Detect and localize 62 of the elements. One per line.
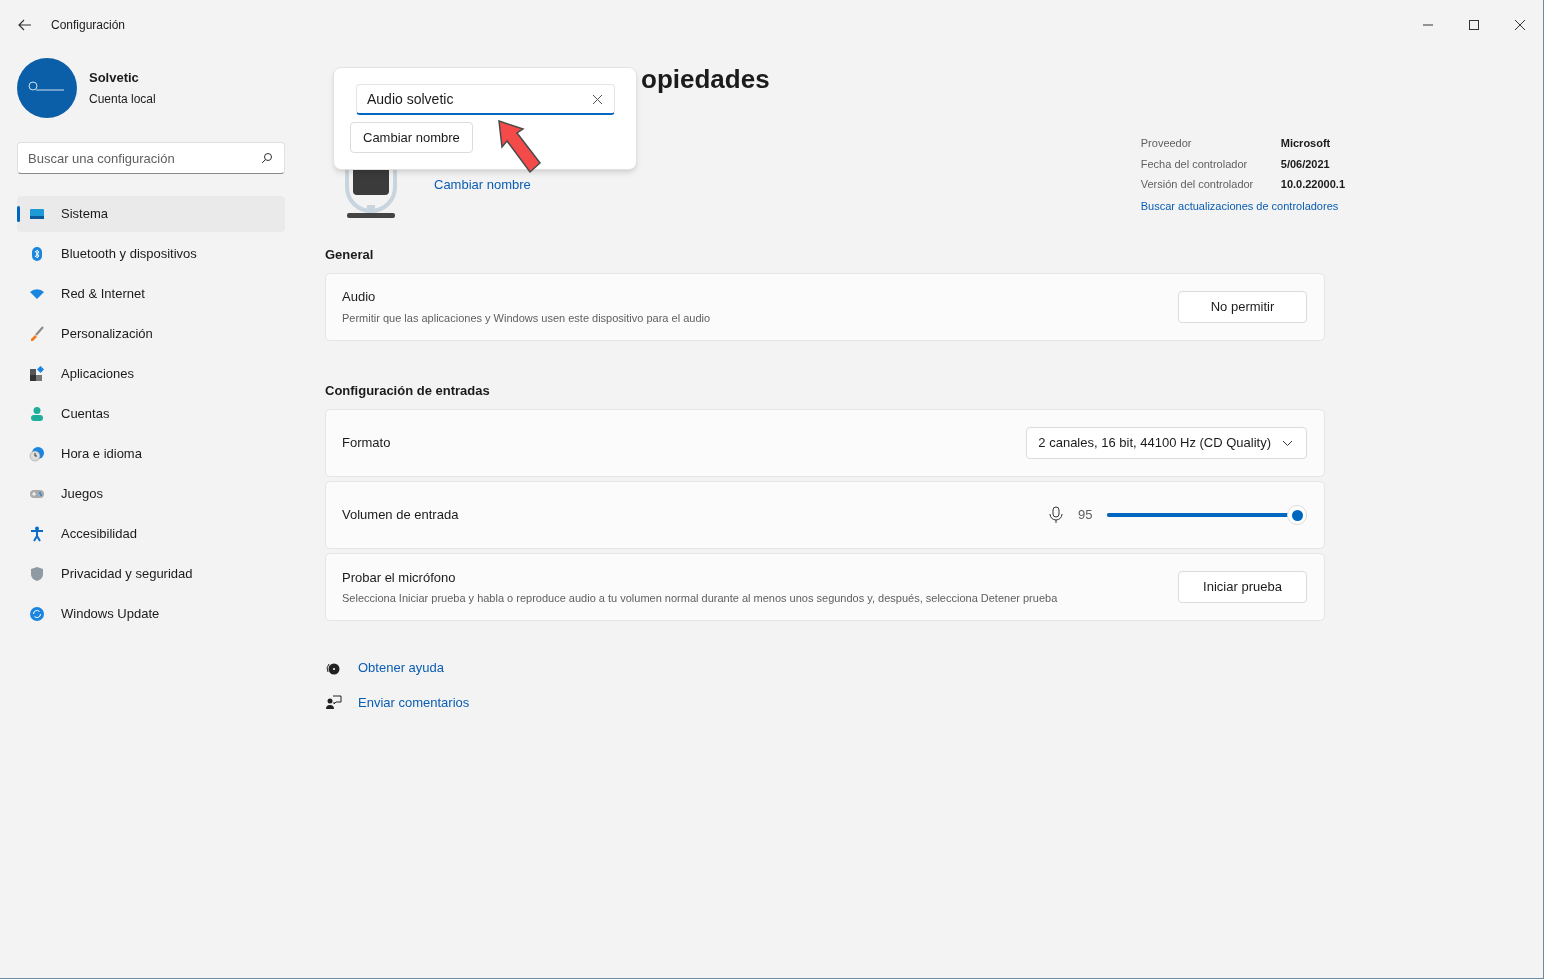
search-icon <box>261 152 273 164</box>
system-icon <box>29 206 45 222</box>
help-link[interactable]: Enviar comentarios <box>358 692 470 712</box>
setting-button[interactable]: Iniciar prueba <box>1178 571 1307 603</box>
sidebar-item[interactable]: Red & Internet <box>17 276 285 312</box>
pointer-arrow <box>497 119 543 175</box>
sidebar-item[interactable]: Privacidad y seguridad <box>17 556 285 592</box>
driver-label: Versión del controlador <box>1140 177 1255 192</box>
setting-title: Formato <box>342 434 391 453</box>
maximize-icon[interactable] <box>1469 20 1479 30</box>
setting-button[interactable]: No permitir <box>1178 290 1307 323</box>
driver-value: 10.0.22000.1 <box>1280 177 1345 192</box>
accessibility-icon <box>29 526 45 542</box>
feedback-icon <box>325 694 342 711</box>
sidebar-item[interactable]: Juegos <box>17 476 285 512</box>
sidebar-item[interactable]: Cuentas <box>17 396 285 432</box>
sidebar-item[interactable]: Accesibilidad <box>17 516 285 552</box>
apps-icon <box>29 366 45 382</box>
driver-value: Microsoft <box>1280 136 1332 151</box>
back-icon[interactable] <box>17 17 33 33</box>
section-heading: Configuración de entradas <box>325 381 491 400</box>
setting-description: Permitir que las aplicaciones y Windows usen este dispositivo para el audio <box>342 310 711 326</box>
slider-thumb[interactable] <box>1287 505 1307 525</box>
setting-title: Probar el micrófono <box>342 568 457 587</box>
shield-icon <box>29 566 45 582</box>
rename-link[interactable]: Cambiar nombre <box>434 175 531 193</box>
avatar <box>17 58 77 118</box>
rename-button[interactable]: Cambiar nombre <box>350 122 473 153</box>
sidebar-item[interactable]: Personalización <box>17 316 285 352</box>
chevron-icon <box>1283 440 1292 446</box>
account-name: Solvetic <box>89 69 140 88</box>
sidebar-item[interactable]: Aplicaciones <box>17 356 285 392</box>
clock-icon <box>29 446 45 462</box>
close-icon[interactable] <box>1515 20 1525 30</box>
window-title: Configuración <box>51 17 126 34</box>
setting-description: Selecciona Iniciar prueba y habla o reproduce audio a tu volumen normal durante al menos unos segundos y, después, selecciona Detener prueba <box>342 591 1058 606</box>
page-title: opiedades <box>641 63 770 96</box>
sidebar-item[interactable]: Hora e idioma <box>17 436 285 472</box>
brush-icon <box>29 326 45 342</box>
driver-update-link[interactable]: Buscar actualizaciones de controladores <box>1140 197 1345 214</box>
setting-title: Volumen de entrada <box>342 506 459 525</box>
driver-label: Fecha del controlador <box>1140 156 1249 172</box>
sidebar-item[interactable]: Sistema <box>17 196 285 232</box>
section-heading: General <box>325 246 375 264</box>
clear-icon[interactable] <box>593 95 602 104</box>
driver-label: Proveedor <box>1140 136 1193 151</box>
driver-value: 5/06/2021 <box>1280 156 1331 172</box>
help-link[interactable]: Obtener ayuda <box>358 658 444 678</box>
volume-slider[interactable] <box>1107 505 1307 525</box>
sidebar-item[interactable]: Windows Update <box>17 596 285 632</box>
volume-reading: 95 <box>1078 506 1094 525</box>
microphone-icon <box>1049 506 1063 524</box>
name-input[interactable]: Audio solvetic <box>356 84 615 115</box>
bluetooth-icon <box>29 246 45 262</box>
sidebar-item[interactable]: Bluetooth y dispositivos <box>17 236 285 272</box>
setting-title: Audio <box>342 288 377 306</box>
format-dropdown[interactable]: 2 canales, 16 bit, 44100 Hz (CD Quality) <box>1026 427 1307 459</box>
wifi-icon <box>29 286 45 302</box>
account-type: Cuenta local <box>89 90 156 108</box>
person-icon <box>29 406 45 422</box>
update-icon <box>29 606 45 622</box>
search-field[interactable]: Buscar una configuración <box>17 142 285 174</box>
